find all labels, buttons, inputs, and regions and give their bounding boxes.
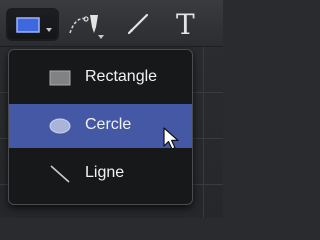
menu-item-label: Ligne bbox=[85, 164, 125, 181]
menu-item-rectangle[interactable]: Rectangle bbox=[9, 56, 192, 100]
toolbar: T bbox=[0, 0, 223, 47]
chevron-down-icon[interactable] bbox=[46, 28, 52, 32]
brush-icon bbox=[126, 12, 150, 41]
menu-item-label: Rectangle bbox=[85, 68, 158, 85]
brush-tool-button[interactable] bbox=[118, 8, 158, 41]
line-icon bbox=[49, 164, 70, 184]
pen-icon bbox=[68, 11, 102, 42]
text-tool-button[interactable]: T bbox=[166, 8, 212, 41]
pen-tool-button[interactable] bbox=[62, 8, 112, 41]
mouse-pointer-icon bbox=[163, 127, 181, 151]
text-icon: T bbox=[176, 8, 195, 41]
circle-icon bbox=[49, 116, 71, 136]
menu-item-ligne[interactable]: Ligne bbox=[9, 152, 192, 196]
rectangle-tool-button[interactable] bbox=[6, 8, 59, 41]
canvas-divider bbox=[203, 45, 204, 218]
chevron-down-icon[interactable] bbox=[98, 35, 104, 39]
menu-item-label: Cercle bbox=[85, 116, 132, 133]
rectangle-icon bbox=[16, 17, 40, 38]
rectangle-icon bbox=[49, 68, 71, 88]
